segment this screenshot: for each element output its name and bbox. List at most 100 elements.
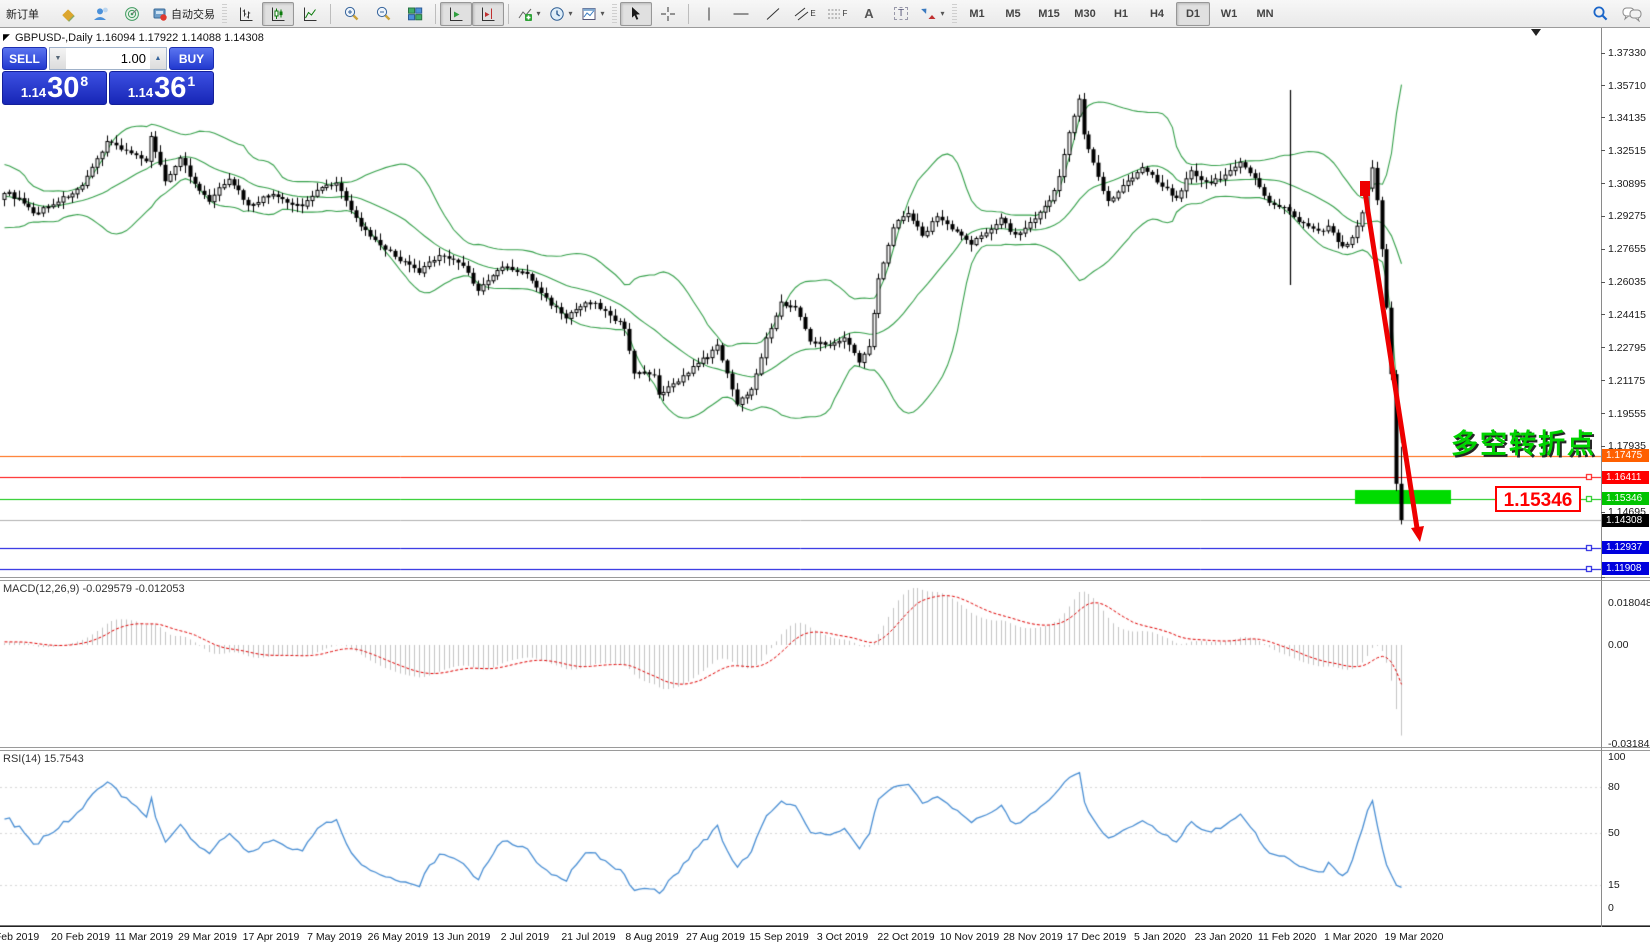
volume-increase-button[interactable]: ▲ (150, 48, 166, 69)
rsi-pane-splitter[interactable] (0, 747, 1650, 751)
volume-decrease-button[interactable]: ▼ (50, 48, 66, 69)
new-order-button[interactable]: 新订单 (2, 2, 52, 26)
auto-scroll-button[interactable] (440, 2, 472, 26)
timeframe-button-H1[interactable]: H1 (1104, 2, 1138, 26)
indicators-button[interactable]: ▾ (513, 2, 545, 26)
toolbar-grip (612, 4, 617, 24)
axis-tick-label: 1.21175 (1608, 375, 1645, 387)
date-axis-separator (0, 925, 1650, 927)
volume-control: ▼ ▲ (49, 47, 167, 70)
axis-tick-label: 1.29275 (1608, 210, 1646, 222)
chat-button[interactable] (1616, 2, 1648, 26)
chart-shift-icon (480, 6, 496, 22)
price-callout-label[interactable]: 1.15346 (1495, 486, 1581, 512)
rsi-label: RSI(14) 15.7543 (3, 753, 84, 765)
timeframe-button-M1[interactable]: M1 (960, 2, 994, 26)
timeframe-button-H4[interactable]: H4 (1140, 2, 1174, 26)
fibo-letter: F (843, 9, 848, 18)
zoom-out-button[interactable] (367, 2, 399, 26)
mql5-community-button[interactable] (84, 2, 116, 26)
timeframe-button-D1[interactable]: D1 (1176, 2, 1210, 26)
chart-shift-button[interactable] (472, 2, 504, 26)
toolbar-separator (435, 4, 436, 24)
buy-price-small: 1.14 (128, 85, 153, 100)
axis-tick-label: 1.19555 (1608, 408, 1646, 420)
channel-letter: E (810, 9, 815, 18)
autotrading-button[interactable]: 自动交易 (148, 2, 219, 26)
price-label-1.11908: 1.11908 (1602, 562, 1649, 575)
panel-collapse-icon[interactable]: ◤ (3, 32, 10, 43)
date-label: 19 Mar 2020 (1372, 931, 1456, 943)
trendline-tool-button[interactable] (757, 2, 789, 26)
timeframe-button-W1[interactable]: W1 (1212, 2, 1246, 26)
sell-price-sup: 8 (80, 73, 88, 89)
macd-indicator-canvas[interactable] (0, 581, 1601, 745)
metaeditor-icon: ◆ (62, 5, 74, 23)
buy-price-display[interactable]: 1.14 36 1 (109, 71, 214, 105)
text-tool-icon: A (864, 6, 873, 21)
toolbar-separator (330, 4, 331, 24)
axis-tick-label: 1.26035 (1608, 276, 1646, 288)
rsi-axis-label: 100 (1608, 751, 1626, 763)
axis-tick-mark (1601, 446, 1605, 447)
fibonacci-tool-button[interactable]: F (821, 2, 853, 26)
dropdown-caret-icon: ▾ (940, 10, 944, 18)
toolbar-separator (508, 4, 509, 24)
volume-input[interactable] (66, 48, 150, 69)
price-label-1.16411: 1.16411 (1602, 471, 1649, 484)
sell-button[interactable]: SELL (2, 47, 47, 70)
trendline-icon (765, 6, 781, 22)
text-tool-button[interactable]: A (853, 2, 885, 26)
axis-tick-mark (1601, 183, 1605, 184)
axis-tick-mark (1601, 512, 1605, 513)
timeframe-button-M15[interactable]: M15 (1032, 2, 1066, 26)
search-button[interactable] (1584, 2, 1616, 26)
market-button[interactable] (116, 2, 148, 26)
timeframe-group: M1M5M15M30H1H4D1W1MN (960, 2, 1282, 26)
tile-windows-button[interactable] (399, 2, 431, 26)
horizontal-line-tool-button[interactable] (725, 2, 757, 26)
horizontal-line-icon (732, 6, 750, 22)
autotrading-label: 自动交易 (171, 6, 215, 22)
toolbar-grip (222, 4, 227, 24)
line-chart-icon (302, 6, 318, 22)
periods-button[interactable]: ▾ (545, 2, 577, 26)
indicators-add-icon (517, 6, 533, 22)
turning-point-annotation[interactable]: 多空转折点 (1451, 422, 1596, 461)
main-price-chart-canvas[interactable] (0, 28, 1601, 578)
channel-tool-button[interactable]: E (789, 2, 821, 26)
timeframe-button-M5[interactable]: M5 (996, 2, 1030, 26)
text-label-tool-button[interactable]: T (885, 2, 917, 26)
autotrading-icon (152, 6, 168, 22)
axis-tick-mark (1601, 282, 1605, 283)
auto-scroll-icon (448, 6, 464, 22)
toolbar: 新订单 ◆ 自动交易 (0, 0, 1650, 28)
rsi-indicator-canvas[interactable] (0, 751, 1601, 923)
bar-chart-button[interactable] (230, 2, 262, 26)
periods-clock-icon (549, 6, 565, 22)
crosshair-icon (660, 6, 676, 22)
toolbar-grip (952, 4, 957, 24)
tile-windows-icon (407, 6, 423, 22)
crosshair-tool-button[interactable] (652, 2, 684, 26)
scroll-to-end-icon[interactable] (1531, 29, 1541, 36)
templates-icon (581, 6, 597, 22)
search-icon (1592, 5, 1609, 22)
axis-tick-label: 1.22795 (1608, 342, 1646, 354)
timeframe-button-M30[interactable]: M30 (1068, 2, 1102, 26)
sell-price-display[interactable]: 1.14 30 8 (2, 71, 107, 105)
candlestick-chart-button[interactable] (262, 2, 294, 26)
vertical-line-tool-button[interactable] (693, 2, 725, 26)
timeframe-button-MN[interactable]: MN (1248, 2, 1282, 26)
line-chart-button[interactable] (294, 2, 326, 26)
metaeditor-button[interactable]: ◆ (52, 2, 84, 26)
templates-button[interactable]: ▾ (577, 2, 609, 26)
axis-tick-label: 1.35710 (1608, 80, 1646, 92)
macd-pane-splitter[interactable] (0, 577, 1650, 581)
arrows-tool-button[interactable]: ▾ (917, 2, 949, 26)
rsi-axis-label: 0 (1608, 902, 1614, 914)
axis-tick-mark (1601, 577, 1605, 578)
zoom-in-button[interactable] (335, 2, 367, 26)
cursor-tool-button[interactable] (620, 2, 652, 26)
buy-button[interactable]: BUY (169, 47, 214, 70)
